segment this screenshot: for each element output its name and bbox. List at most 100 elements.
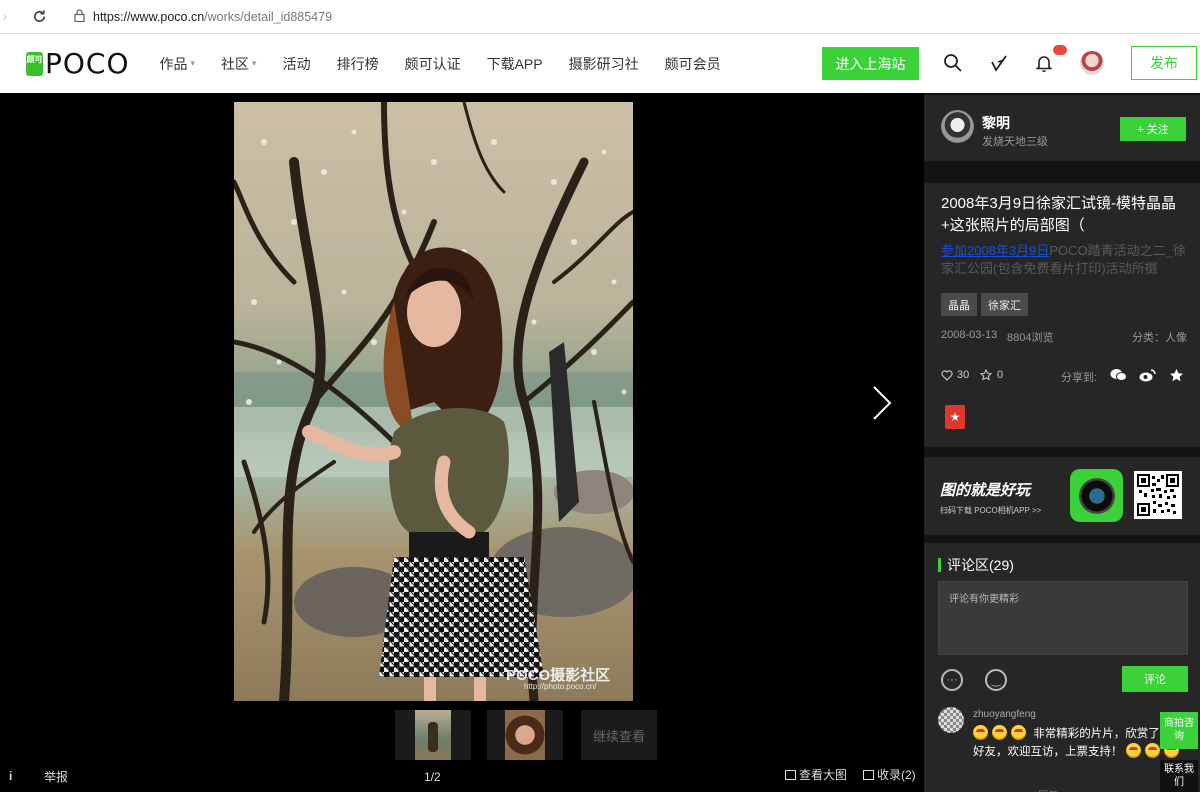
bell-icon[interactable] [1033,52,1055,74]
work-desc-link[interactable]: 参加2008年3月9日 [941,243,1049,258]
weibo-icon[interactable] [1138,367,1156,383]
reload-icon[interactable] [28,6,50,28]
right-sidebar: 黎明 发烧天地三级 + 关注 2008年3月9日徐家汇试镜-模特晶晶+这张照片的… [924,93,1200,792]
url-host: https://www.poco.cn [93,9,205,24]
author-avatar[interactable] [941,110,974,143]
submit-comment-button[interactable]: 评论 [1122,666,1188,692]
app-ad-banner[interactable]: 图的就是好玩 扫码下载 POCO相机APP >> [924,457,1200,535]
qr-code-icon [1134,471,1182,519]
photo-pager: 1/2 [424,770,441,784]
view-large-button[interactable]: 查看大图 [785,766,847,783]
photo-watermark-url: http://photo.poco.cn/ [524,682,597,691]
commenter-avatar[interactable] [938,707,964,733]
tag-item[interactable]: 徐家汇 [981,293,1028,316]
publish-button[interactable]: 发布 [1131,46,1197,80]
info-icon[interactable]: i [9,769,12,783]
laughing-emoji-icon [973,725,988,740]
lock-icon[interactable] [74,8,85,25]
site-header: 颇可 POCO 作品 ▾ 社区 ▾ 活动 排行榜 颇可认证 下载APP 摄影研习社 颇可会员 进入… [0,34,1200,93]
work-description: 参加2008年3月9日POCO踏青活动之二_徐家汇公园(包含免费看片打印)活动所… [941,242,1189,280]
thumbnail-1[interactable] [395,710,471,760]
main-photo[interactable]: POCO摄影社区 http://photo.poco.cn/ [234,102,633,701]
laughing-emoji-icon [1125,743,1141,758]
work-info-card: 2008年3月9日徐家汇试镜-模特晶晶+这张照片的局部图（ 参加2008年3月9… [924,183,1200,447]
collect-button[interactable]: 收录(2) [863,766,916,783]
nav-item-label: 颇可会员 [664,55,721,72]
url-field[interactable]: https://www.poco.cn/works/detail_id88547… [93,10,332,24]
chevron-down-icon: ▾ [190,58,196,68]
award-ribbon-icon[interactable]: ★ [945,405,965,429]
laughing-emoji-icon [1011,725,1026,740]
comment-placeholder: 评论有你更精彩 [949,594,1019,605]
notification-badge [1053,45,1067,55]
business-consult-button[interactable]: 商拍咨询 [1160,712,1198,749]
work-date: 2008-03-13 [941,329,998,341]
nav-item-0[interactable]: 作品 ▾ [160,54,196,74]
search-icon[interactable] [942,52,964,74]
next-photo-arrow-icon[interactable] [868,383,896,423]
nav-item-1[interactable]: 社区 ▾ [221,54,257,74]
browser-address-bar: › https://www.poco.cn/works/detail_id885… [0,0,1200,34]
nav-item-2[interactable]: 活动 [283,54,311,74]
logo-badge: 颇可 [26,51,43,76]
commenter-name[interactable]: zhuoyangfeng [973,709,1036,720]
camera-app-icon [1070,469,1123,522]
speech-bubble-icon[interactable]: ··· [941,669,963,691]
nav-item-label: 社区 [221,55,250,72]
nav-item-label: 作品 [159,55,188,72]
smiley-icon[interactable]: ‿ [985,669,1007,691]
main-nav: 作品 ▾ 社区 ▾ 活动 排行榜 颇可认证 下载APP 摄影研习社 颇可会员 [160,54,747,74]
laughing-emoji-icon [992,725,1007,740]
favorite-count: 0 [997,369,1004,381]
poco-logo[interactable]: 颇可 POCO [26,47,130,80]
url-path: /works/detail_id885479 [204,9,333,24]
contact-us-button[interactable]: 联系我们 [1160,760,1198,792]
collect-icon [863,769,874,780]
back-icon[interactable]: › [0,6,10,28]
checkmark-icon[interactable] [988,52,1010,74]
nav-item-5[interactable]: 下载APP [487,54,543,74]
user-avatar[interactable] [1080,51,1104,75]
thumbnail-2[interactable] [487,710,563,760]
author-name[interactable]: 黎明 [982,113,1010,133]
author-level: 发烧天地三级 [982,136,1048,148]
nav-item-4[interactable]: 颇可认证 [405,54,461,74]
ad-slogan: 图的就是好玩 [940,482,1031,499]
nav-item-6[interactable]: 摄影研习社 [569,54,639,74]
comment-section: 评论区(29) 评论有你更精彩 ··· ‿ 评论 zhuoyangfeng 非常… [924,543,1200,792]
follow-button[interactable]: + 关注 [1120,117,1186,141]
comment-date: 2014-02-22 回复 [973,787,1058,792]
star-outline-icon [980,369,992,381]
star-share-icon[interactable] [1167,367,1185,383]
work-views: 8804浏览 [1007,332,1054,344]
comment-heading: 评论区(29) [938,555,1014,575]
share-label: 分享到: [1061,372,1098,384]
report-link[interactable]: 举报 [44,768,68,785]
nav-item-3[interactable]: 排行榜 [337,54,379,74]
author-card: 黎明 发烧天地三级 + 关注 [924,95,1200,161]
nav-item-label: 摄影研习社 [568,55,639,72]
work-title: 2008年3月9日徐家汇试镜-模特晶晶+这张照片的局部图（ [941,195,1177,234]
nav-item-label: 活动 [282,55,311,72]
tag-item[interactable]: 晶晶 [941,293,977,316]
laughing-emoji-icon [1144,743,1160,758]
work-category[interactable]: 分类：人像 [1132,329,1187,345]
tag-list: 晶晶 徐家汇 [941,293,1032,316]
nav-item-label: 颇可认证 [404,55,461,72]
enter-shanghai-button[interactable]: 进入上海站 [822,47,919,80]
viewer-bottom-bar: i 举报 1/2 查看大图 收录(2) [0,765,924,787]
view-large-label: 查看大图 [799,768,848,782]
fullsize-icon [785,769,796,780]
like-count: 30 [957,369,970,381]
comment-input[interactable]: 评论有你更精彩 [938,581,1188,655]
favorite-button[interactable]: 0 [980,369,1003,381]
like-button[interactable]: 30 [941,369,969,381]
photo-viewer: POCO摄影社区 http://photo.poco.cn/ 继续查看 i 举报… [0,93,924,792]
wechat-icon[interactable] [1109,367,1127,383]
collect-label: 收录(2) [877,768,916,782]
continue-viewing-button[interactable]: 继续查看 [581,710,657,760]
nav-item-7[interactable]: 颇可会员 [665,54,721,74]
ad-subtext[interactable]: 扫码下载 POCO相机APP >> [940,505,1041,516]
heart-icon [941,369,953,381]
nav-item-label: 排行榜 [336,55,379,72]
